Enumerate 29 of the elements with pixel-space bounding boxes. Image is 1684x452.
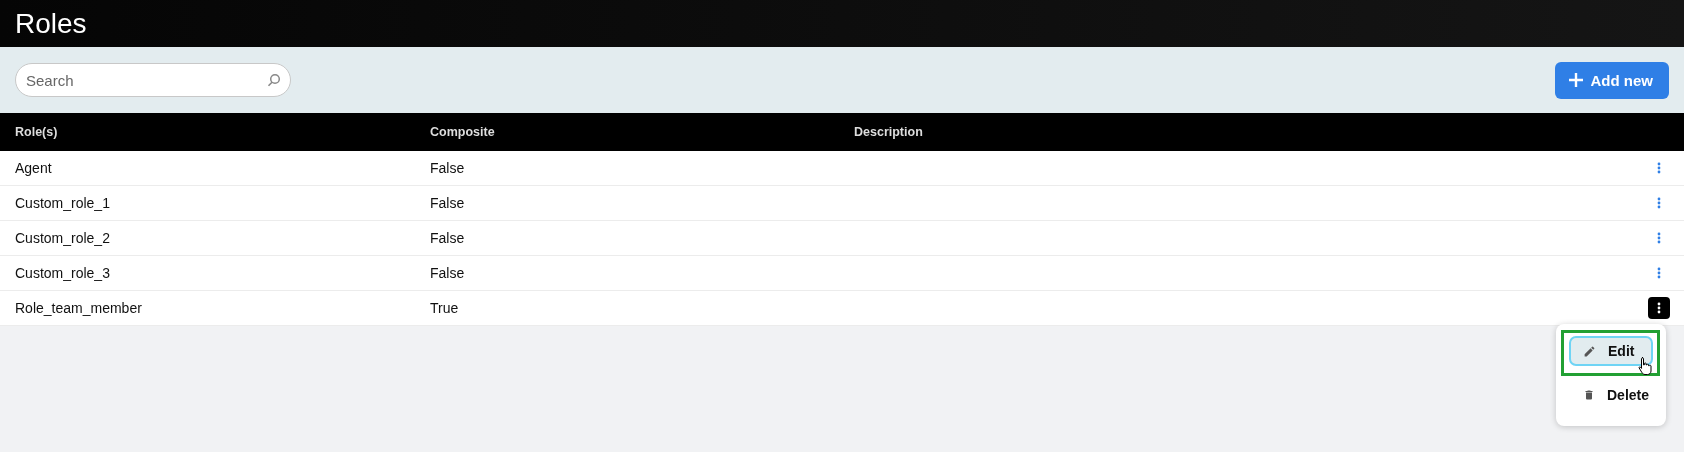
composite-cell-text: False: [430, 195, 466, 211]
page-title: Roles: [15, 7, 87, 40]
add-new-button[interactable]: Add new: [1554, 61, 1669, 99]
plus-icon: [1568, 73, 1583, 87]
row-menu-button[interactable]: [1648, 297, 1670, 319]
hand-cursor-icon: [1638, 356, 1653, 376]
search-icon: [267, 73, 281, 87]
role-cell-text: Custom_role_3: [15, 265, 111, 281]
pencil-icon: [1583, 344, 1596, 358]
more-icon: [1657, 197, 1661, 209]
composite-cell-text: False: [430, 265, 466, 281]
menu-item[interactable]: Edit: [1569, 336, 1653, 366]
role-cell-text: Agent: [15, 160, 53, 176]
composite-cell-text: True: [430, 300, 460, 316]
more-icon: [1657, 302, 1661, 314]
more-icon: [1657, 232, 1661, 244]
search-field[interactable]: Search: [15, 63, 291, 97]
more-icon: [1657, 162, 1661, 174]
column-header: Description: [854, 125, 924, 139]
composite-cell-text: False: [430, 230, 466, 246]
role-cell-text: Custom_role_1: [15, 195, 111, 211]
more-icon: [1657, 267, 1661, 279]
composite-cell-text: False: [430, 160, 466, 176]
column-header: Composite: [430, 125, 496, 139]
column-header: Role(s): [15, 125, 59, 139]
role-cell-text: Role_team_member: [15, 300, 143, 316]
trash-icon: [1583, 388, 1595, 402]
role-cell-text: Custom_role_2: [15, 230, 111, 246]
menu-item[interactable]: Delete: [1569, 380, 1653, 410]
